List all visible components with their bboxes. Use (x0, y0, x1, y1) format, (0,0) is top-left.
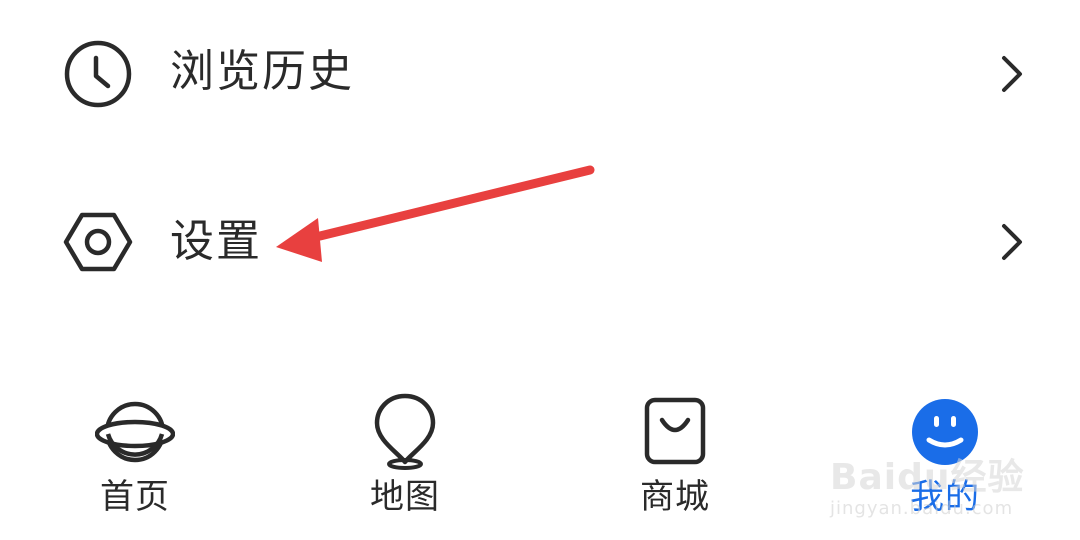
watermark-brand: Baidu经验 (830, 457, 1025, 498)
chevron-right-icon (1002, 56, 1022, 92)
menu-item-history[interactable]: 浏览历史 (0, 38, 1080, 158)
tab-shop-label: 商城 (640, 477, 710, 517)
tab-home-label: 首页 (100, 477, 170, 517)
watermark: Baidu经验 jingyan.baidu.com (830, 440, 1030, 530)
planet-icon (95, 401, 175, 463)
hexagon-settings-icon (63, 212, 133, 272)
watermark-site: jingyan.baidu.com (830, 498, 1014, 519)
tab-home[interactable]: 首页 (60, 380, 210, 530)
tab-map-label: 地图 (370, 477, 440, 517)
tab-shop[interactable]: 商城 (600, 380, 750, 530)
menu-item-settings[interactable]: 设置 (0, 206, 1080, 326)
menu-item-history-label: 浏览历史 (170, 46, 354, 97)
clock-icon (64, 40, 132, 108)
shopping-bag-icon (644, 397, 706, 465)
chevron-right-icon (1002, 224, 1022, 260)
tab-map[interactable]: 地图 (330, 380, 480, 530)
menu-item-settings-label: 设置 (170, 216, 262, 267)
map-pin-icon (374, 393, 436, 470)
